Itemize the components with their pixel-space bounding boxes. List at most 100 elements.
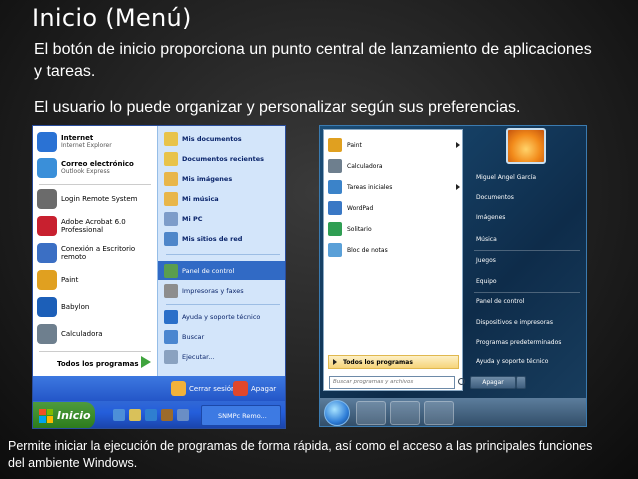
quicklaunch-app-icon[interactable] (161, 409, 173, 421)
user-name[interactable]: Miguel Angel García (476, 174, 536, 181)
internet-explorer-icon (37, 132, 57, 152)
log-off-button[interactable]: Cerrar sesión (171, 381, 235, 396)
win7-right-link[interactable]: Dispositivos e impresoras (476, 319, 553, 326)
quicklaunch-folder-icon[interactable] (129, 409, 141, 421)
win7-pinned-item[interactable]: Tareas iniciales (328, 180, 392, 194)
xp-pinned-subtitle: Internet Explorer (61, 142, 112, 149)
xp-pinned-item[interactable]: Internet Internet Explorer (37, 132, 112, 152)
win7-pinned-item[interactable]: Bloc de notas (328, 243, 388, 257)
win7-pinned-item[interactable]: Calculadora (328, 159, 383, 173)
search-input[interactable]: Buscar programas y archivos (329, 376, 455, 389)
win7-right-link[interactable]: Programas predeterminados (476, 339, 561, 346)
search-icon (458, 378, 465, 385)
windows-flag-icon (39, 408, 53, 423)
xp-place-item[interactable]: Buscar (164, 330, 204, 344)
xp-place-item[interactable]: Mis documentos (164, 132, 242, 146)
win7-taskbar (320, 398, 586, 426)
arrow-right-icon (141, 356, 151, 368)
arrow-right-icon (333, 359, 337, 365)
taskbar-ie-icon[interactable] (356, 401, 386, 425)
xp-recent-label: Calculadora (61, 330, 103, 338)
all-programs-button[interactable]: Todos los programas (57, 360, 139, 368)
xp-place-item[interactable]: Mis sitios de red (164, 232, 242, 246)
xp-recent-item[interactable]: Paint (37, 270, 153, 290)
xp-recent-item[interactable]: Conexión a Escritorio remoto (37, 243, 153, 263)
remote-login-icon (37, 189, 57, 209)
xp-start-menu: Internet Internet Explorer Correo electrón… (32, 125, 286, 429)
control-panel-icon (164, 264, 178, 278)
remote-desktop-icon (37, 243, 57, 263)
shut-down-button[interactable]: Apagar (233, 381, 276, 396)
xp-place-item[interactable]: Mi música (164, 192, 219, 206)
xp-separator (39, 351, 151, 352)
quicklaunch-ie-icon[interactable] (113, 409, 125, 421)
xp-recent-item[interactable]: Login Remote System (37, 189, 153, 209)
xp-pinned-item[interactable]: Correo electrónico Outlook Express (37, 158, 134, 178)
win7-pinned-item[interactable]: Solitario (328, 222, 372, 236)
my-computer-icon (164, 212, 178, 226)
bullet-start-button: El botón de inicio proporciona un punto … (34, 41, 592, 80)
power-icon (233, 381, 248, 396)
xp-recent-item[interactable]: Adobe Acrobat 6.0 Professional (37, 216, 153, 236)
shut-down-label: Apagar (251, 384, 277, 393)
xp-start-button[interactable]: Inicio (33, 402, 95, 428)
xp-place-item[interactable]: Panel de control (164, 264, 234, 278)
xp-recent-item[interactable]: Calculadora (37, 324, 153, 344)
solitaire-icon (328, 222, 342, 236)
my-music-icon (164, 192, 178, 206)
babylon-icon (37, 297, 57, 317)
xp-place-item[interactable]: Mi PC (164, 212, 203, 226)
run-icon (164, 350, 178, 364)
my-pictures-icon (164, 172, 178, 186)
win7-pinned-label: Solitario (347, 225, 372, 233)
slide-title: Inicio (Menú) (32, 4, 192, 32)
xp-place-label: Impresoras y faxes (182, 287, 244, 295)
taskbar-media-icon[interactable] (424, 401, 454, 425)
bullet-customize: El usuario lo puede organizar y personal… (34, 99, 521, 116)
quicklaunch-misc-icon[interactable] (177, 409, 189, 421)
taskbar-explorer-icon[interactable] (390, 401, 420, 425)
xp-place-label: Mi PC (182, 215, 203, 223)
win7-start-orb[interactable] (324, 400, 350, 426)
xp-place-item[interactable]: Impresoras y faxes (164, 284, 244, 298)
quicklaunch-desktop-icon[interactable] (145, 409, 157, 421)
taskbar-task-snmpc[interactable]: SNMPc Remo... (201, 405, 281, 426)
win7-right-link[interactable]: Panel de control (476, 298, 524, 305)
xp-recent-item[interactable]: Babylon (37, 297, 153, 317)
xp-pinned-label: Internet Internet Explorer (61, 134, 112, 150)
submenu-arrow-icon (456, 142, 460, 148)
xp-programs-column: Internet Internet Explorer Correo electrón… (33, 126, 157, 376)
all-programs-button[interactable]: Todos los programas (328, 355, 459, 369)
win7-pinned-item[interactable]: WordPad (328, 201, 373, 215)
win7-pinned-label: Tareas iniciales (347, 183, 393, 191)
shut-down-button[interactable]: Apagar (470, 376, 516, 389)
calculator-icon (328, 159, 342, 173)
shut-down-options-button[interactable] (516, 376, 526, 389)
xp-recent-label: Babylon (61, 303, 90, 311)
xp-separator (166, 254, 280, 255)
xp-taskbar: Inicio SNMPc Remo... (33, 401, 285, 428)
xp-place-label: Ejecutar... (182, 353, 215, 361)
xp-recent-label: Conexión a Escritorio remoto (61, 245, 136, 261)
win7-pinned-label: Bloc de notas (347, 246, 388, 254)
xp-place-label: Mi música (182, 195, 219, 203)
xp-place-item[interactable]: Documentos recientes (164, 152, 264, 166)
win7-pinned-item[interactable]: Paint (328, 138, 362, 152)
win7-right-link[interactable]: Juegos (476, 257, 496, 264)
win7-right-link[interactable]: Imágenes (476, 214, 505, 221)
user-avatar[interactable] (506, 128, 546, 164)
log-off-label: Cerrar sesión (189, 384, 236, 393)
win7-start-menu: Todos los programas Buscar programas y a… (319, 125, 587, 427)
xp-place-label: Buscar (182, 333, 205, 341)
win7-right-link[interactable]: Música (476, 236, 497, 243)
slide-caption: Permite iniciar la ejecución de programa… (8, 439, 593, 470)
win7-right-link[interactable]: Ayuda y soporte técnico (476, 358, 548, 365)
submenu-arrow-icon (456, 184, 460, 190)
xp-place-item[interactable]: Ejecutar... (164, 350, 214, 364)
xp-recent-label: Login Remote System (61, 195, 138, 203)
win7-right-link[interactable]: Equipo (476, 278, 497, 285)
xp-place-item[interactable]: Ayuda y soporte técnico (164, 310, 260, 324)
xp-recent-label: Paint (61, 276, 79, 284)
win7-right-link[interactable]: Documentos (476, 194, 514, 201)
xp-place-item[interactable]: Mis imágenes (164, 172, 232, 186)
